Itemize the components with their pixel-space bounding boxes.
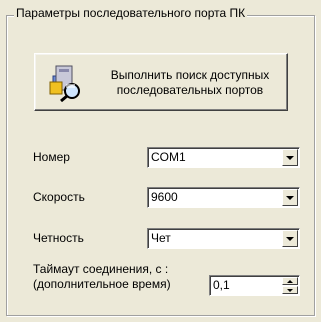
- chevron-down-icon[interactable]: [282, 230, 298, 247]
- port-number-combobox[interactable]: COM1: [147, 147, 300, 168]
- timeout-spinbox[interactable]: 0,1: [209, 275, 300, 296]
- search-ports-button-label: Выполнить поиск доступных последовательн…: [110, 68, 270, 97]
- spin-up-icon[interactable]: [282, 277, 298, 285]
- timeout-label: Таймаут соединения, с : (дополнительное …: [33, 262, 171, 291]
- search-ports-button[interactable]: Выполнить поиск доступных последовательн…: [34, 53, 288, 111]
- spin-down-icon[interactable]: [282, 286, 298, 294]
- chevron-down-icon[interactable]: [282, 189, 298, 206]
- computer-search-icon: [48, 64, 86, 103]
- chevron-down-icon[interactable]: [282, 149, 298, 166]
- parity-label: Четность: [33, 231, 84, 245]
- parity-combobox[interactable]: Чет: [147, 228, 300, 249]
- timeout-value: 0,1: [213, 278, 230, 292]
- port-number-label: Номер: [33, 150, 70, 164]
- speed-combobox[interactable]: 9600: [147, 187, 300, 208]
- port-number-value: COM1: [151, 150, 186, 164]
- speed-label: Скорость: [33, 190, 85, 204]
- groupbox-title: Параметры последовательного порта ПК: [14, 6, 248, 20]
- speed-value: 9600: [151, 190, 178, 204]
- parity-value: Чет: [151, 231, 171, 245]
